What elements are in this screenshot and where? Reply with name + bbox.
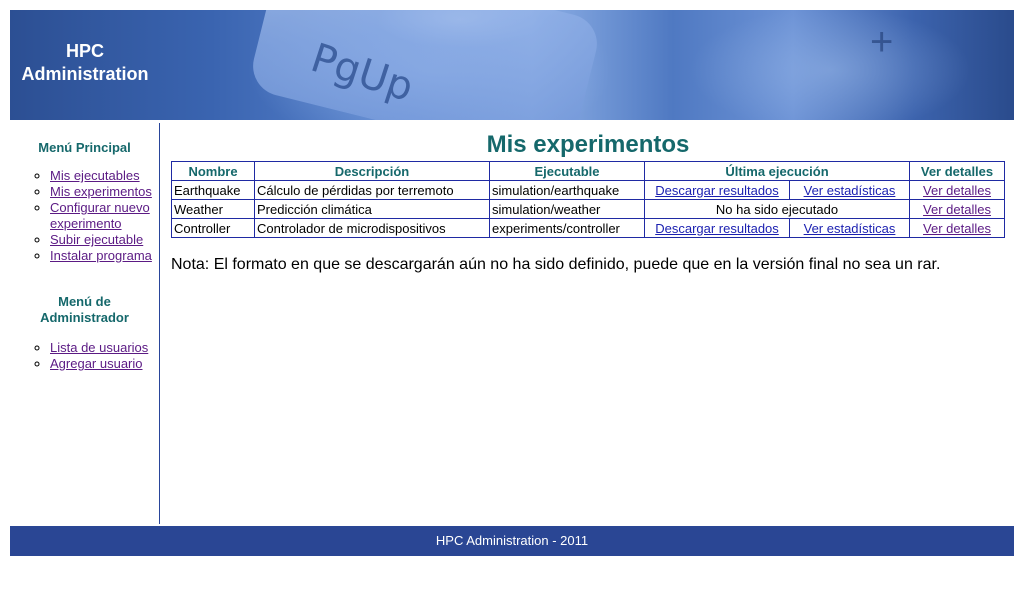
view-details-link[interactable]: Ver detalles <box>923 183 991 198</box>
cell-stats: Ver estadísticas <box>789 218 910 238</box>
footer-text: HPC Administration - 2011 <box>435 533 589 548</box>
main-menu-title: Menú Principal <box>38 140 131 155</box>
cell-name: Earthquake <box>171 180 255 200</box>
col-header-ejecutable: Ejecutable <box>489 161 645 181</box>
table-row: Weather Predicción climática simulation/… <box>171 199 1005 219</box>
main-content: Mis experimentos Nombre Descripción Ejec… <box>171 123 1005 274</box>
menu-link-mis-experimentos[interactable]: Mis experimentos <box>50 184 152 199</box>
menu-link-lista-usuarios[interactable]: Lista de usuarios <box>50 340 148 355</box>
download-results-link[interactable]: Descargar resultados <box>655 221 779 236</box>
col-header-nombre: Nombre <box>171 161 255 181</box>
site-title: HPC Administration <box>10 40 160 86</box>
main-menu-item: Instalar programa <box>50 248 159 264</box>
cell-download: Descargar resultados <box>644 218 790 238</box>
header-banner: PgUp + HPC Administration <box>10 10 1014 120</box>
keyboard-key-image <box>246 10 604 120</box>
col-header-ultima-ejecucion: Última ejecución <box>644 161 910 181</box>
menu-link-agregar-usuario[interactable]: Agregar usuario <box>50 356 143 371</box>
menu-link-mis-ejecutables[interactable]: Mis ejecutables <box>50 168 140 183</box>
admin-menu-title-line1: Menú de <box>58 294 111 309</box>
site-title-line1: HPC <box>65 41 104 61</box>
cell-name: Controller <box>171 218 255 238</box>
cell-details: Ver detalles <box>909 180 1005 200</box>
table-row: Earthquake Cálculo de pérdidas por terre… <box>171 180 1005 200</box>
cell-status: No ha sido ejecutado <box>644 199 910 219</box>
cell-description: Controlador de microdispositivos <box>254 218 490 238</box>
col-header-descripcion: Descripción <box>254 161 490 181</box>
cell-executable: experiments/controller <box>489 218 645 238</box>
experiments-table: Nombre Descripción Ejecutable Última eje… <box>171 161 1005 238</box>
main-menu-item: Subir ejecutable <box>50 232 159 248</box>
admin-menu-title: Menú de Administrador <box>10 294 159 326</box>
site-title-line2: Administration <box>21 64 149 84</box>
view-stats-link[interactable]: Ver estadísticas <box>804 221 896 236</box>
format-note: Nota: El formato en que se descargarán a… <box>171 256 941 273</box>
cell-executable: simulation/weather <box>489 199 645 219</box>
admin-menu-title-line2: Administrador <box>40 310 129 325</box>
view-details-link[interactable]: Ver detalles <box>923 221 991 236</box>
cell-description: Cálculo de pérdidas por terremoto <box>254 180 490 200</box>
table-header-row: Nombre Descripción Ejecutable Última eje… <box>171 161 1005 181</box>
sidebar: Menú Principal Mis ejecutables Mis exper… <box>10 123 160 524</box>
cell-description: Predicción climática <box>254 199 490 219</box>
admin-menu-item: Agregar usuario <box>50 356 159 372</box>
main-menu-item: Mis experimentos <box>50 184 159 200</box>
cell-details: Ver detalles <box>909 218 1005 238</box>
cell-download: Descargar resultados <box>644 180 790 200</box>
footer: HPC Administration - 2011 <box>10 526 1014 556</box>
cell-executable: simulation/earthquake <box>489 180 645 200</box>
cell-name: Weather <box>171 199 255 219</box>
key-symbol: + <box>870 20 894 64</box>
main-menu-item: Configurar nuevo experimento <box>50 200 159 232</box>
menu-link-configurar-experimento[interactable]: Configurar nuevo experimento <box>50 200 150 231</box>
main-menu: Mis ejecutables Mis experimentos Configu… <box>10 168 159 264</box>
col-header-ver-detalles: Ver detalles <box>909 161 1005 181</box>
view-stats-link[interactable]: Ver estadísticas <box>804 183 896 198</box>
admin-menu: Lista de usuarios Agregar usuario <box>10 340 159 372</box>
view-details-link[interactable]: Ver detalles <box>923 202 991 217</box>
cell-details: Ver detalles <box>909 199 1005 219</box>
admin-menu-item: Lista de usuarios <box>50 340 159 356</box>
cell-stats: Ver estadísticas <box>789 180 910 200</box>
table-row: Controller Controlador de microdispositi… <box>171 218 1005 238</box>
download-results-link[interactable]: Descargar resultados <box>655 183 779 198</box>
menu-link-instalar-programa[interactable]: Instalar programa <box>50 248 152 263</box>
menu-link-subir-ejecutable[interactable]: Subir ejecutable <box>50 232 143 247</box>
page-title: Mis experimentos <box>486 131 690 158</box>
main-menu-item: Mis ejecutables <box>50 168 159 184</box>
